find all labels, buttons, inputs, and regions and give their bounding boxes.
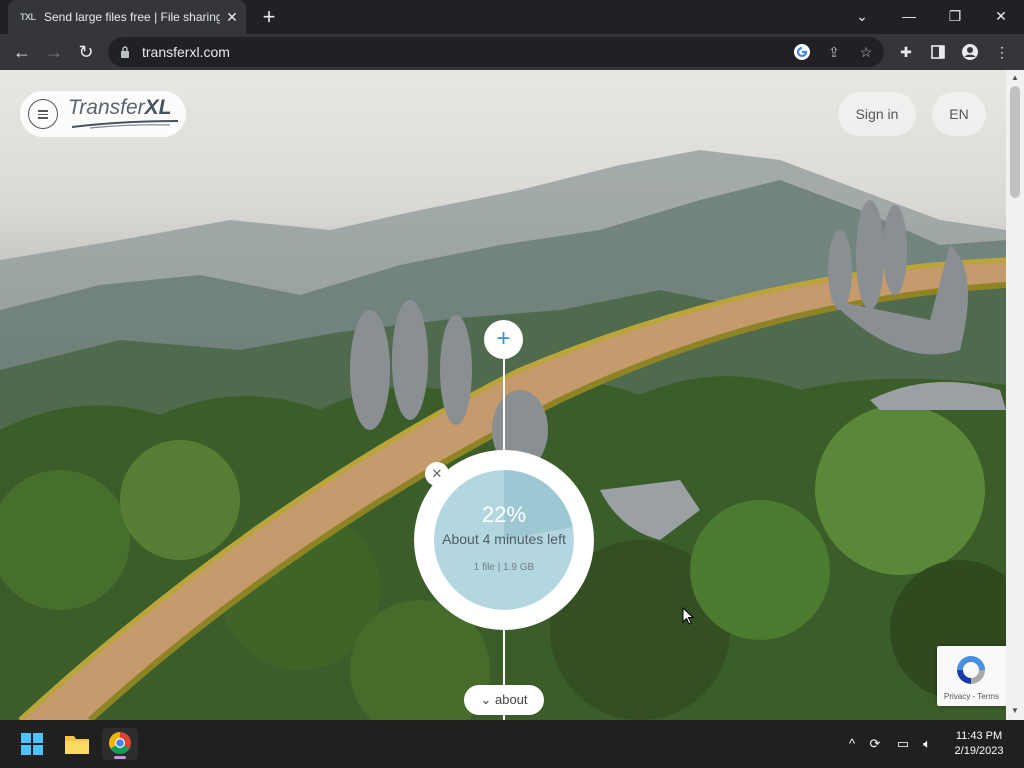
file-explorer-icon[interactable] [59, 728, 95, 760]
about-button[interactable]: ⌄ about [464, 685, 544, 715]
url-text: transferxl.com [142, 44, 230, 60]
browser-tab-strip: TXL Send large files free | File sharing… [0, 0, 1024, 34]
language-selector[interactable]: EN [932, 92, 986, 136]
time-remaining: About 4 minutes left [442, 531, 566, 547]
profile-icon[interactable] [960, 42, 980, 62]
scroll-down-arrow-icon[interactable]: ▼ [1009, 705, 1021, 717]
close-window-button[interactable]: ✕ [987, 6, 1015, 26]
windows-start-icon[interactable] [14, 728, 50, 760]
scrollbar-thumb[interactable] [1010, 86, 1020, 198]
system-clock[interactable]: 11:43 PM 2/19/2023 [946, 729, 1012, 759]
hamburger-menu-button[interactable] [28, 99, 58, 129]
back-button[interactable]: ← [10, 40, 34, 64]
sidepanel-icon[interactable] [928, 42, 948, 62]
tab-title: Send large files free | File sharing [44, 10, 220, 24]
recaptcha-badge[interactable]: Privacy - Terms [937, 646, 1006, 706]
clock-date: 2/19/2023 [954, 745, 1004, 757]
cancel-upload-button[interactable]: ✕ [425, 462, 449, 486]
close-tab-icon[interactable]: ✕ [224, 9, 240, 25]
add-files-button[interactable]: + [484, 320, 523, 359]
progress-circle: 22% About 4 minutes left 1 file | 1.9 GB [434, 470, 574, 610]
site-favicon-icon: TXL [20, 12, 36, 22]
file-info: 1 file | 1.9 GB [473, 562, 535, 573]
tab-search-chevron-icon[interactable]: ⌄ [848, 6, 876, 26]
windows-taskbar: ^ ⟳ ▭ 🔈︎ 11:43 PM 2/19/2023 [0, 720, 1024, 768]
page-scrollbar[interactable]: ▲ ▼ [1006, 70, 1024, 720]
active-app-indicator [114, 756, 126, 759]
recaptcha-links: Privacy - Terms [944, 692, 999, 701]
privacy-link[interactable]: Privacy [944, 692, 970, 701]
browser-menu-icon[interactable]: ⋮ [992, 42, 1012, 62]
browser-tab[interactable]: TXL Send large files free | File sharing… [8, 0, 246, 34]
page-viewport: TransferXL Sign in EN + 22% About 4 minu… [0, 70, 1024, 720]
mouse-cursor-icon [682, 607, 694, 625]
reload-button[interactable]: ↻ [74, 40, 98, 64]
new-tab-button[interactable]: + [258, 6, 280, 28]
terms-link[interactable]: Terms [977, 692, 999, 701]
address-bar[interactable]: transferxl.com ⇪ ☆ [108, 37, 884, 67]
lock-icon [121, 46, 129, 58]
sync-icon[interactable]: ⟳ [866, 734, 884, 754]
transferxl-logo[interactable]: TransferXL [68, 95, 171, 121]
progress-percent: 22% [481, 502, 527, 527]
recaptcha-icon [957, 656, 985, 684]
google-icon[interactable] [792, 42, 812, 62]
scroll-up-arrow-icon[interactable]: ▲ [1009, 72, 1021, 84]
connector-line-top [503, 358, 505, 452]
clock-time: 11:43 PM [955, 730, 1003, 742]
about-label: about [494, 692, 528, 707]
volume-icon[interactable]: 🔈︎ [918, 734, 936, 754]
connector-line-bottom [503, 628, 505, 688]
star-icon[interactable]: ☆ [856, 42, 876, 62]
chrome-icon[interactable] [102, 728, 138, 760]
sign-in-button[interactable]: Sign in [838, 92, 916, 136]
logo-bar: TransferXL [20, 91, 186, 137]
show-hidden-icons-chevron-icon[interactable]: ^ [843, 734, 861, 754]
minimize-button[interactable]: — [895, 6, 923, 26]
network-icon[interactable]: ▭ [894, 734, 912, 754]
extensions-icon[interactable]: ✚ [896, 42, 916, 62]
browser-toolbar: ← → ↻ transferxl.com ⇪ ☆ ✚ ⋮ [0, 34, 1024, 70]
share-icon[interactable]: ⇪ [824, 42, 844, 62]
forward-button[interactable]: → [42, 40, 66, 64]
chevron-down-icon: ⌄ [480, 692, 492, 707]
logo-swoosh-icon [71, 120, 179, 129]
restore-button[interactable]: ❐ [941, 6, 969, 26]
